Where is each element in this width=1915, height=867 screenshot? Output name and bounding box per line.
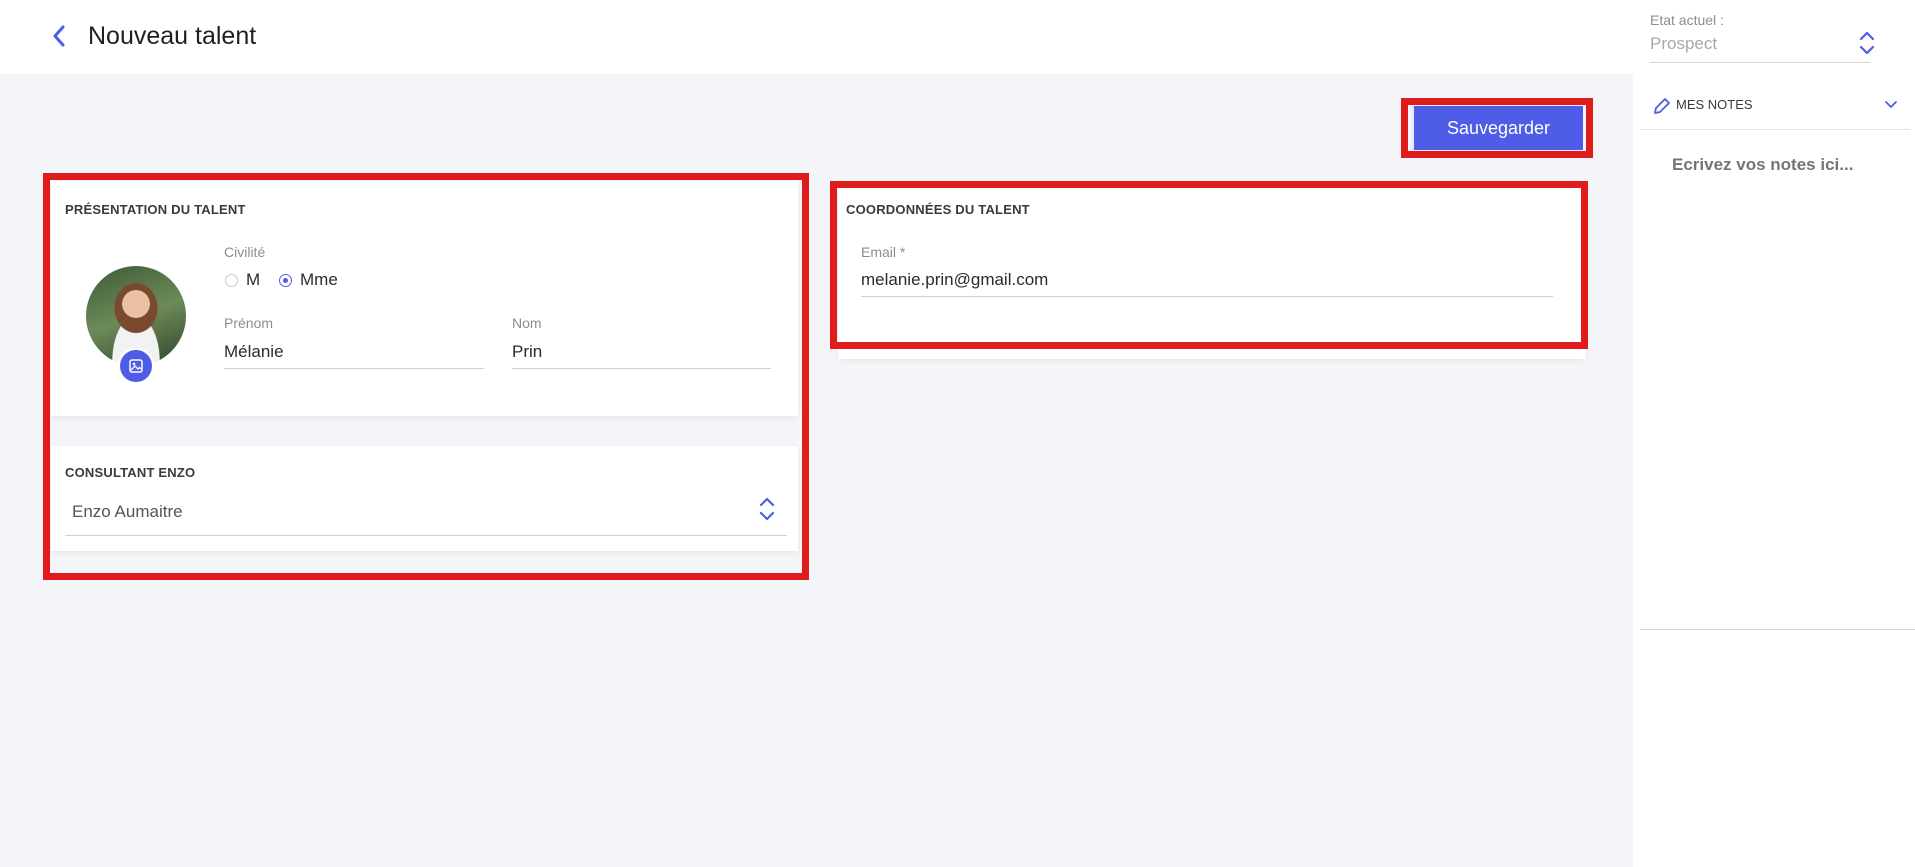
save-button[interactable]: Sauvegarder — [1411, 106, 1583, 150]
side-panel — [1633, 0, 1915, 867]
notes-divider — [1640, 629, 1915, 630]
notes-input[interactable] — [1672, 150, 1892, 180]
chevron-down-icon[interactable] — [1884, 100, 1898, 110]
presentation-highlight — [43, 173, 809, 580]
pencil-icon — [1654, 98, 1670, 114]
app: Nouveau talent Sauvegarder PRÉSENTATION … — [0, 0, 1915, 867]
coordonnees-highlight — [830, 181, 1588, 349]
back-button[interactable] — [46, 20, 72, 52]
page-header: Nouveau talent — [0, 0, 1633, 74]
state-label: Etat actuel : — [1650, 12, 1724, 28]
state-underline — [1650, 62, 1870, 63]
chevron-left-icon — [53, 25, 65, 47]
state-select[interactable]: Prospect — [1650, 34, 1717, 54]
page-title: Nouveau talent — [88, 22, 257, 50]
notes-title: MES NOTES — [1676, 97, 1753, 112]
state-select-arrows-icon[interactable] — [1858, 30, 1876, 56]
